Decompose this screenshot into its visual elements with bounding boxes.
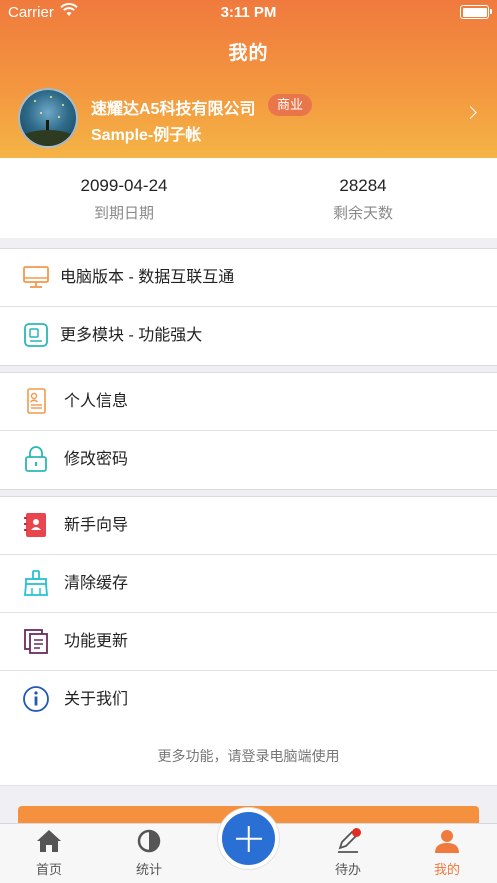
menu-group-versions: 电脑版本 - 数据互联互通 更多模块 - 功能强大: [0, 248, 497, 366]
tab-mine[interactable]: 我的: [407, 824, 487, 883]
guide-book-icon: [24, 513, 46, 537]
expiry-date-value: 2099-04-24: [80, 176, 168, 195]
avatar[interactable]: [18, 88, 78, 148]
update-icon: [24, 629, 48, 654]
expiry-date-label: 到期日期: [93, 205, 154, 222]
home-icon: [37, 830, 61, 852]
profile-card[interactable]: 速耀达A5科技有限公司 商业 Sample-例子帐: [0, 86, 497, 148]
battery-icon: [460, 5, 492, 19]
remaining-days-stat: 28284 剩余天数: [239, 158, 487, 223]
menu-item-about-us[interactable]: 关于我们: [0, 671, 497, 729]
menu-label: 新手向导: [64, 517, 129, 534]
tab-label: 待办: [334, 862, 361, 877]
status-bar: Carrier 3:11 PM: [0, 0, 497, 26]
stats-panel: 2099-04-24 到期日期 28284 剩余天数: [0, 158, 497, 238]
company-name: 速耀达A5科技有限公司: [91, 101, 256, 118]
menu-item-clear-cache[interactable]: 清除缓存: [0, 555, 497, 613]
menu-item-change-password[interactable]: 修改密码: [0, 431, 497, 489]
menu-label: 更多模块 - 功能强大: [60, 327, 203, 344]
page-title: 我的: [228, 43, 269, 64]
menu-label: 功能更新: [64, 633, 129, 650]
id-card-icon: [27, 388, 46, 414]
header: Carrier 3:11 PM 我的 速耀达A5科技有限公司 商业 Sample…: [0, 0, 497, 158]
menu-item-personal-info[interactable]: 个人信息: [0, 373, 497, 431]
expiry-stat: 2099-04-24 到期日期: [0, 158, 248, 223]
info-icon: [23, 686, 49, 712]
tab-label: 首页: [35, 862, 62, 877]
user-icon: [435, 830, 459, 853]
menu-label: 修改密码: [64, 451, 129, 468]
account-name: Sample-例子帐: [91, 127, 202, 144]
tab-label: 我的: [433, 862, 460, 877]
tab-todo[interactable]: 待办: [308, 824, 388, 883]
menu-group-help: 新手向导 清除缓存 功能更新 关于我们: [0, 496, 497, 730]
menu-item-beginner-guide[interactable]: 新手向导: [0, 497, 497, 555]
chevron-right-icon: [464, 106, 477, 119]
tab-label: 统计: [135, 862, 162, 877]
status-time: 3:11 PM: [220, 4, 277, 21]
footer-note: 更多功能，请登录电脑端使用: [0, 727, 497, 786]
lock-icon: [25, 446, 47, 472]
menu-item-feature-updates[interactable]: 功能更新: [0, 613, 497, 671]
broom-icon: [24, 570, 48, 596]
module-icon: [24, 323, 48, 347]
stats-icon: [137, 829, 161, 853]
menu-group-account: 个人信息 修改密码: [0, 372, 497, 490]
menu-label: 清除缓存: [64, 575, 129, 592]
menu-label: 个人信息: [64, 393, 129, 410]
notification-dot: [352, 828, 361, 837]
remaining-days-value: 28284: [339, 176, 387, 195]
menu-item-desktop-version[interactable]: 电脑版本 - 数据互联互通: [0, 249, 497, 307]
monitor-icon: [23, 266, 49, 288]
menu-label: 关于我们: [64, 691, 129, 708]
menu-item-more-modules[interactable]: 更多模块 - 功能强大: [0, 307, 497, 365]
menu-label: 电脑版本 - 数据互联互通: [60, 269, 235, 286]
account-type-badge: 商业: [268, 94, 313, 116]
remaining-days-label: 剩余天数: [332, 205, 393, 222]
add-button[interactable]: [218, 808, 279, 869]
tab-home[interactable]: 首页: [9, 824, 89, 883]
tab-statistics[interactable]: 统计: [109, 824, 189, 883]
